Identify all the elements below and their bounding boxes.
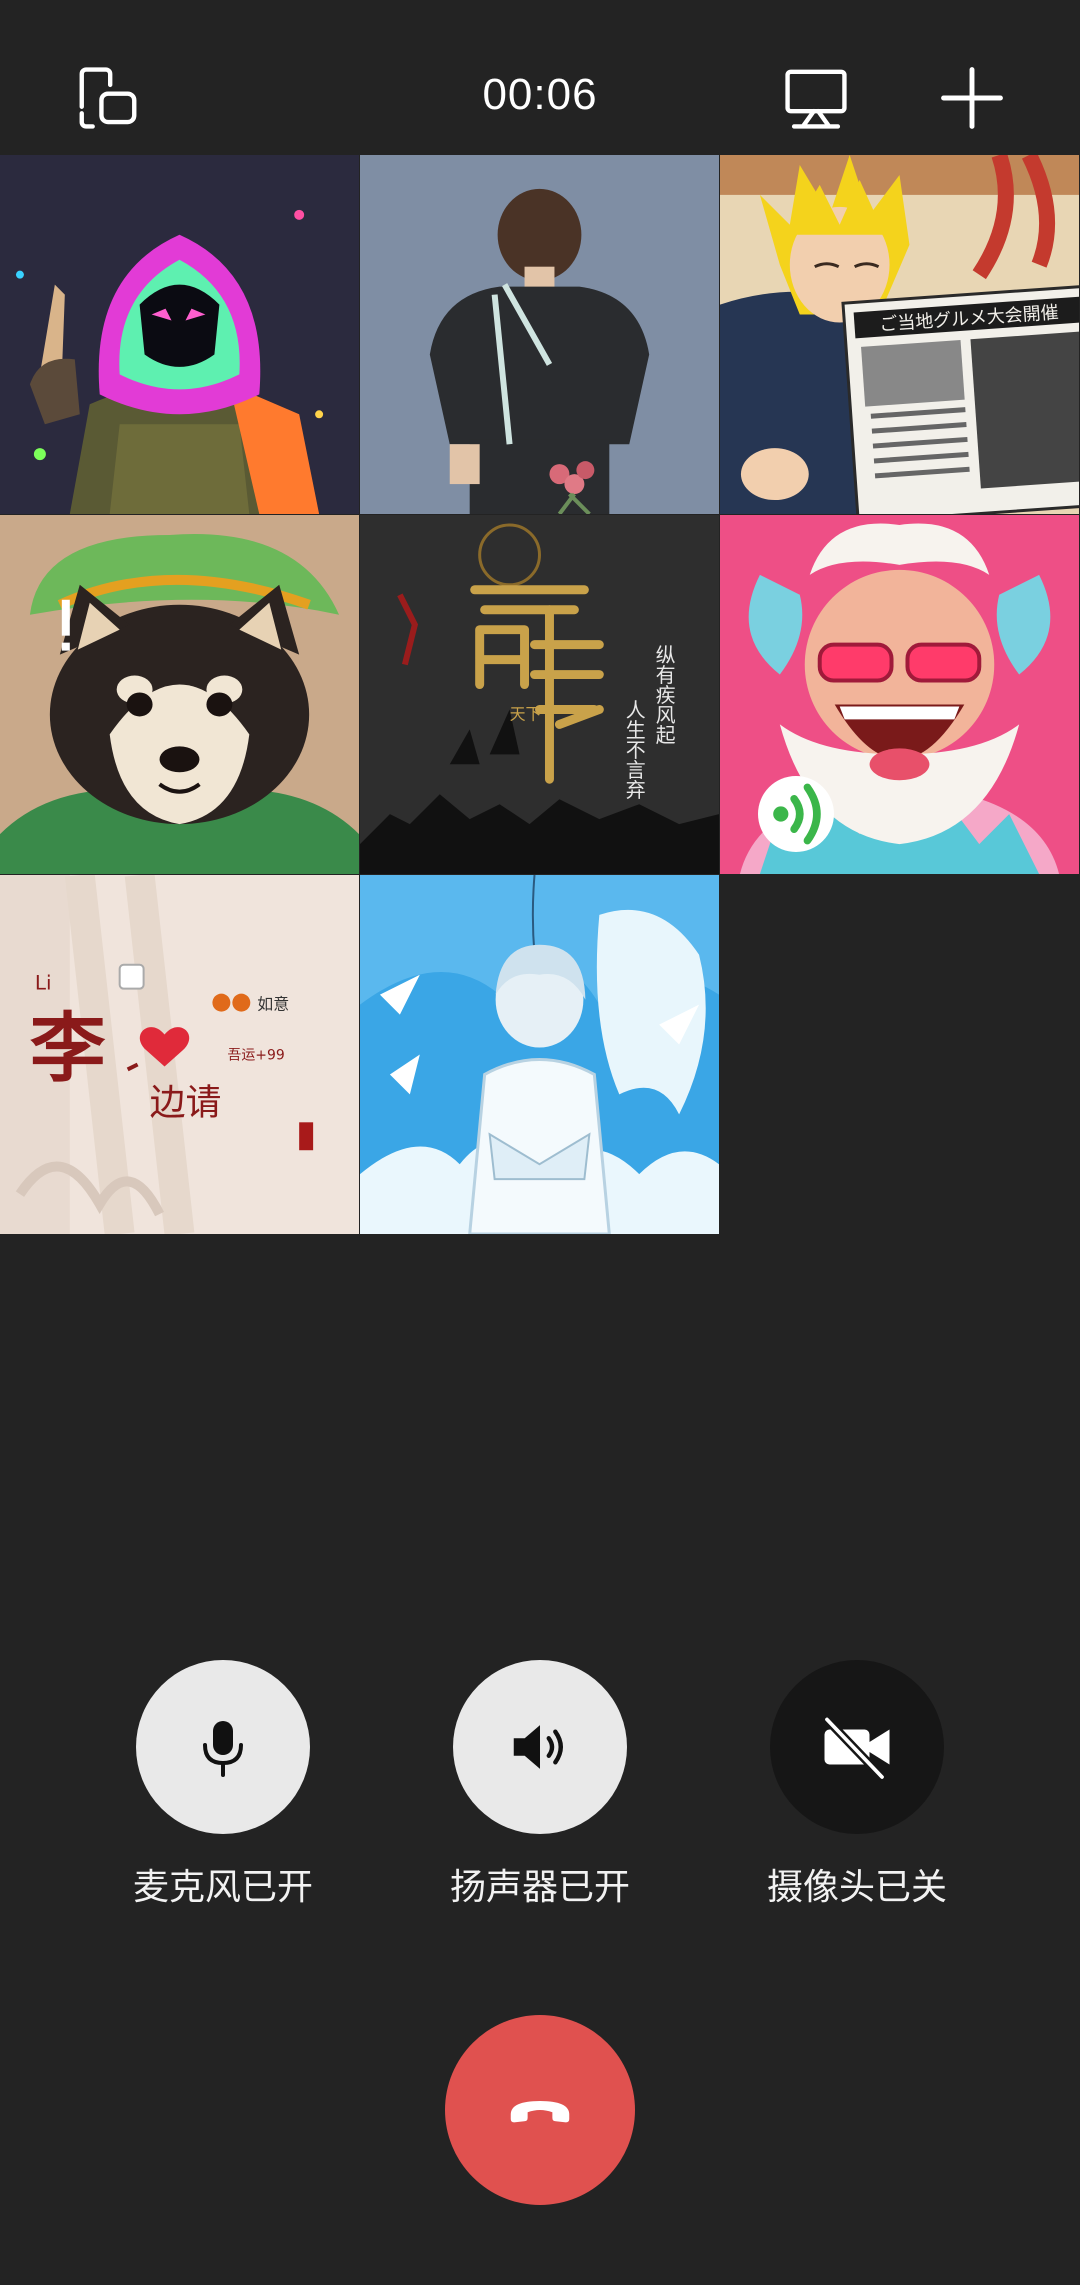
anime-boy-sky-avatar (360, 875, 719, 1234)
sound-wave-icon (773, 783, 821, 845)
call-timer: 00:06 (482, 70, 598, 119)
microphone-toggle-button[interactable] (136, 1660, 310, 1834)
li-name-card-avatar: Li 李 边请 如意 吾运+99 (0, 875, 359, 1234)
participant-tile[interactable] (720, 515, 1079, 874)
li-tag: 如意 (257, 995, 289, 1014)
li-roman: Li (35, 971, 52, 995)
neon-hooded-soldier-avatar (0, 155, 359, 514)
anime-man-reading-newspaper-avatar: ご当地グルメ大会開催 (720, 155, 1079, 514)
li-given-name: 边请 (150, 1082, 222, 1123)
shiba-dog-green-hat-avatar (0, 515, 359, 874)
camera-toggle-button[interactable] (770, 1660, 944, 1834)
li-note: 吾运+99 (227, 1047, 284, 1063)
screen-share-icon (785, 69, 847, 129)
participant-tile[interactable] (0, 515, 359, 874)
speaker-control: 扬声器已开 (420, 1660, 660, 1910)
plus-icon (941, 67, 1003, 129)
participant-tile[interactable]: ご当地グルメ大会開催 (720, 155, 1079, 514)
screen-share-button[interactable] (776, 58, 856, 138)
microphone-status-label: 麦克风已开 (132, 1866, 313, 1907)
hang-up-button[interactable] (445, 2015, 635, 2205)
camera-status-label: 摄像头已关 (766, 1866, 947, 1907)
li-surname: 李 (30, 1004, 106, 1092)
golden-calligraphy-avatar: 天下 纵有疾风起 人生不言弃 (360, 515, 719, 874)
participant-tile[interactable] (360, 155, 719, 514)
add-participant-button[interactable] (932, 58, 1012, 138)
speaker-status-label: 扬声器已开 (449, 1866, 630, 1907)
phone-hangup-icon (510, 2101, 570, 2123)
poem-line-1: 纵有疾风起 (652, 644, 676, 744)
poem-line-2: 人生不言弃 (622, 699, 646, 799)
participant-tile[interactable] (0, 155, 359, 514)
boy-back-with-flowers-avatar (360, 155, 719, 514)
camera-off-icon (822, 1715, 890, 1782)
speaker-icon (513, 1725, 563, 1769)
speaker-toggle-button[interactable] (453, 1660, 627, 1834)
participant-tile[interactable] (360, 875, 719, 1234)
microphone-icon (203, 1721, 243, 1777)
microphone-control: 麦克风已开 (103, 1660, 343, 1910)
participant-tile[interactable]: Li 李 边请 如意 吾运+99 (0, 875, 359, 1234)
voice-call-screen: 00:06 ご当地グルメ大会開催 天下 纵有疾风起 人生不言弃 Li 李 边请 … (0, 0, 1080, 2285)
participant-tile[interactable]: 天下 纵有疾风起 人生不言弃 (360, 515, 719, 874)
camera-control: 摄像头已关 (737, 1660, 977, 1910)
calligraphy-sub: 天下 (510, 704, 542, 723)
call-top-bar: 00:06 (0, 0, 1080, 155)
speaking-indicator (758, 776, 834, 852)
